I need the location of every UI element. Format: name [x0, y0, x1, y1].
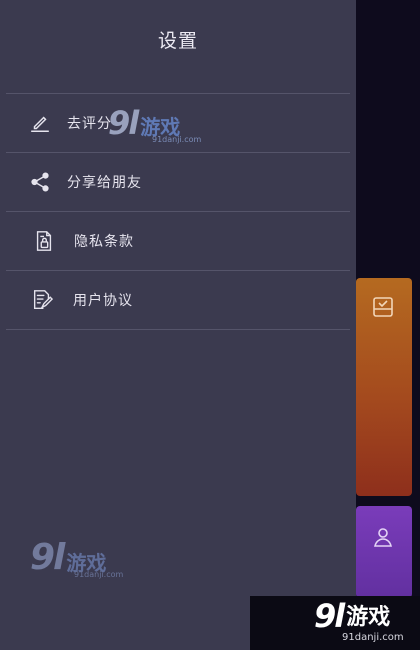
background-card-purple[interactable]	[356, 506, 412, 598]
menu-item-label: 用户协议	[73, 293, 133, 309]
user-icon	[370, 524, 396, 550]
menu-item-label: 隐私条款	[74, 234, 134, 250]
pen-sign-icon	[28, 111, 52, 135]
menu-item-share[interactable]: 分享给朋友	[0, 153, 356, 211]
menu-item-label: 去评分	[67, 116, 112, 132]
app-screen: 设置 去评分 分享给朋友 隐私条款 用户协议 9l 游戏 91danji.com…	[0, 0, 420, 650]
divider	[6, 329, 350, 330]
drawer-title: 设置	[157, 30, 198, 52]
watermark-logo: 9l 游戏 91danji.com	[30, 537, 124, 580]
watermark-logo: 9l 游戏 91danji.com	[314, 597, 404, 643]
watermark-logo: 9l 游戏 91danji.com	[108, 104, 202, 144]
menu-item-label: 分享给朋友	[67, 175, 142, 191]
menu-item-privacy[interactable]: 隐私条款	[0, 212, 356, 270]
menu-item-agreement[interactable]: 用户协议	[0, 271, 356, 329]
document-edit-icon	[30, 288, 54, 312]
background-card-orange[interactable]	[356, 278, 412, 496]
document-lock-icon	[32, 229, 56, 253]
share-icon	[28, 170, 52, 194]
checkbox-icon	[370, 294, 396, 320]
